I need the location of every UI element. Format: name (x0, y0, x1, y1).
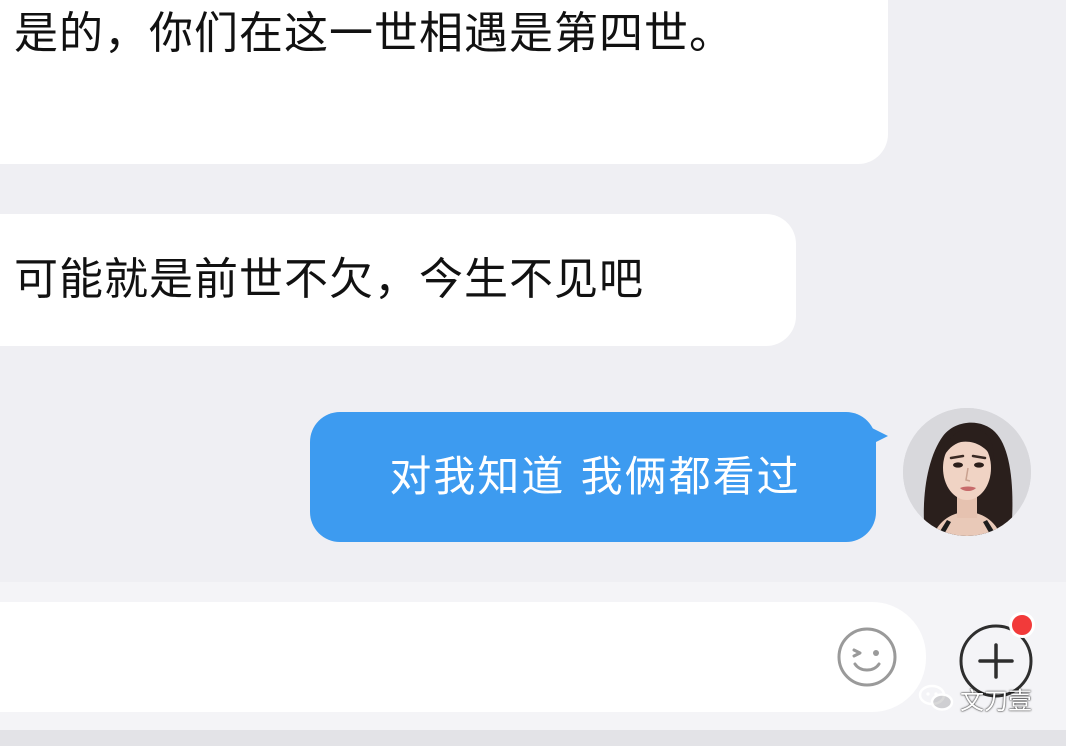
avatar[interactable] (903, 408, 1031, 536)
message-text: 对我知道 我俩都看过 (389, 452, 801, 501)
bubble-tail (868, 426, 888, 446)
message-text: 可能就是前世不欠，今生不见吧 (14, 254, 644, 305)
message-text: 是的，你们在这一世相遇是第四世。 (14, 8, 734, 59)
emoji-smiley-icon (837, 627, 897, 687)
notification-dot-badge (1009, 612, 1035, 638)
incoming-message-bubble[interactable]: 是的，你们在这一世相遇是第四世。 (0, 0, 888, 164)
emoji-button[interactable] (836, 626, 898, 688)
incoming-message-bubble[interactable]: 可能就是前世不欠，今生不见吧 (0, 214, 796, 346)
input-toolbar (0, 582, 1066, 730)
avatar-portrait-icon (903, 408, 1031, 536)
message-list[interactable]: 是的，你们在这一世相遇是第四世。 可能就是前世不欠，今生不见吧 对我知道 我俩都… (0, 0, 1066, 582)
message-input-container[interactable] (0, 602, 926, 712)
watermark: 文刀壹 (918, 680, 1032, 716)
outgoing-message-bubble[interactable]: 对我知道 我俩都看过 (310, 412, 876, 542)
watermark-text: 文刀壹 (960, 686, 1032, 715)
bottom-divider (0, 730, 1066, 746)
message-input[interactable] (14, 632, 798, 684)
chat-screen: 是的，你们在这一世相遇是第四世。 可能就是前世不欠，今生不见吧 对我知道 我俩都… (0, 0, 1066, 746)
wechat-logo-icon (918, 684, 954, 711)
